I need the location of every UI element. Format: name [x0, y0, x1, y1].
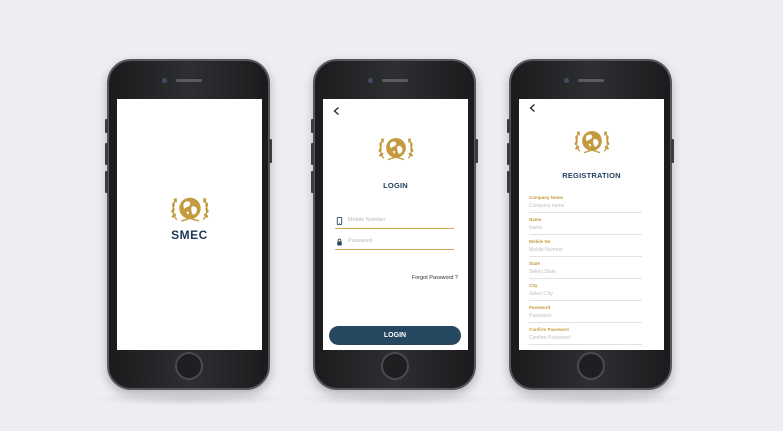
volume-down-button	[105, 171, 108, 193]
mobile-icon	[336, 217, 343, 225]
field-label: Mobile No	[529, 239, 551, 244]
home-button[interactable]	[174, 352, 203, 380]
password-field[interactable]: Password	[335, 236, 454, 250]
power-button	[671, 139, 674, 163]
city-select[interactable]: City Select City	[529, 283, 642, 301]
password-placeholder: Password	[348, 238, 373, 244]
back-arrow-icon[interactable]	[332, 106, 342, 116]
registration-screen: REGISTRATION Company Name Company name N…	[519, 99, 664, 350]
login-title: LOGIN	[383, 181, 408, 190]
phone-shadow	[490, 392, 690, 406]
field-label: State	[529, 261, 541, 266]
home-button[interactable]	[380, 352, 409, 380]
earpiece-speaker	[381, 79, 408, 82]
field-placeholder: Company name	[529, 203, 565, 209]
confirm-password-field[interactable]: Confirm Password Confirm Password	[529, 327, 642, 345]
volume-up-button	[507, 143, 510, 165]
field-placeholder: Select City	[529, 291, 553, 297]
field-label: City	[529, 283, 538, 288]
phone-splash: SMEC	[105, 59, 272, 390]
home-button[interactable]	[576, 352, 605, 380]
mobile-no-field[interactable]: Mobile No Mobile Number	[529, 239, 642, 257]
login-screen: LOGIN Mobile Number Password Forgot Pass…	[323, 99, 468, 350]
mute-switch	[105, 119, 108, 133]
volume-down-button	[311, 171, 314, 193]
field-placeholder: Confirm Password	[529, 335, 570, 341]
mobile-number-placeholder: Mobile Number	[348, 217, 386, 223]
field-placeholder: Name	[529, 225, 543, 231]
earpiece-speaker	[175, 79, 202, 82]
splash-screen: SMEC	[117, 99, 262, 350]
mute-switch	[507, 119, 510, 133]
phone-shadow	[88, 392, 288, 406]
power-button	[269, 139, 272, 163]
lock-icon	[337, 238, 342, 246]
globe-laurel-logo-icon	[375, 130, 417, 167]
mute-switch	[311, 119, 314, 133]
company-name-field[interactable]: Company Name Company name	[529, 195, 642, 213]
state-select[interactable]: State Select State	[529, 261, 642, 279]
globe-laurel-logo-icon	[167, 189, 213, 229]
front-camera	[161, 78, 167, 83]
phone-registration: REGISTRATION Company Name Company name N…	[507, 59, 674, 390]
front-camera	[563, 78, 569, 83]
power-button	[475, 139, 478, 163]
registration-title: REGISTRATION	[562, 171, 621, 180]
field-placeholder: Mobile Number	[529, 247, 563, 253]
field-label: Company Name	[529, 195, 564, 200]
field-label: Name	[529, 217, 542, 222]
login-button[interactable]: LOGIN	[329, 326, 461, 345]
field-label: Password	[529, 305, 551, 310]
field-placeholder: Password	[529, 313, 551, 319]
forgot-password-link[interactable]: Forgot Password ?	[412, 275, 458, 281]
name-field[interactable]: Name Name	[529, 217, 642, 235]
volume-down-button	[507, 171, 510, 193]
back-arrow-icon[interactable]	[528, 103, 538, 113]
password-field[interactable]: Password Password	[529, 305, 642, 323]
phone-login: LOGIN Mobile Number Password Forgot Pass…	[311, 59, 478, 390]
earpiece-speaker	[577, 79, 604, 82]
front-camera	[367, 78, 373, 83]
volume-up-button	[105, 143, 108, 165]
phone-shadow	[294, 392, 494, 406]
globe-laurel-logo-icon	[571, 123, 613, 160]
mobile-number-field[interactable]: Mobile Number	[335, 215, 454, 229]
field-placeholder: Select State	[529, 269, 556, 275]
brand-name: SMEC	[171, 228, 208, 242]
field-label: Confirm Password	[529, 327, 569, 332]
volume-up-button	[311, 143, 314, 165]
